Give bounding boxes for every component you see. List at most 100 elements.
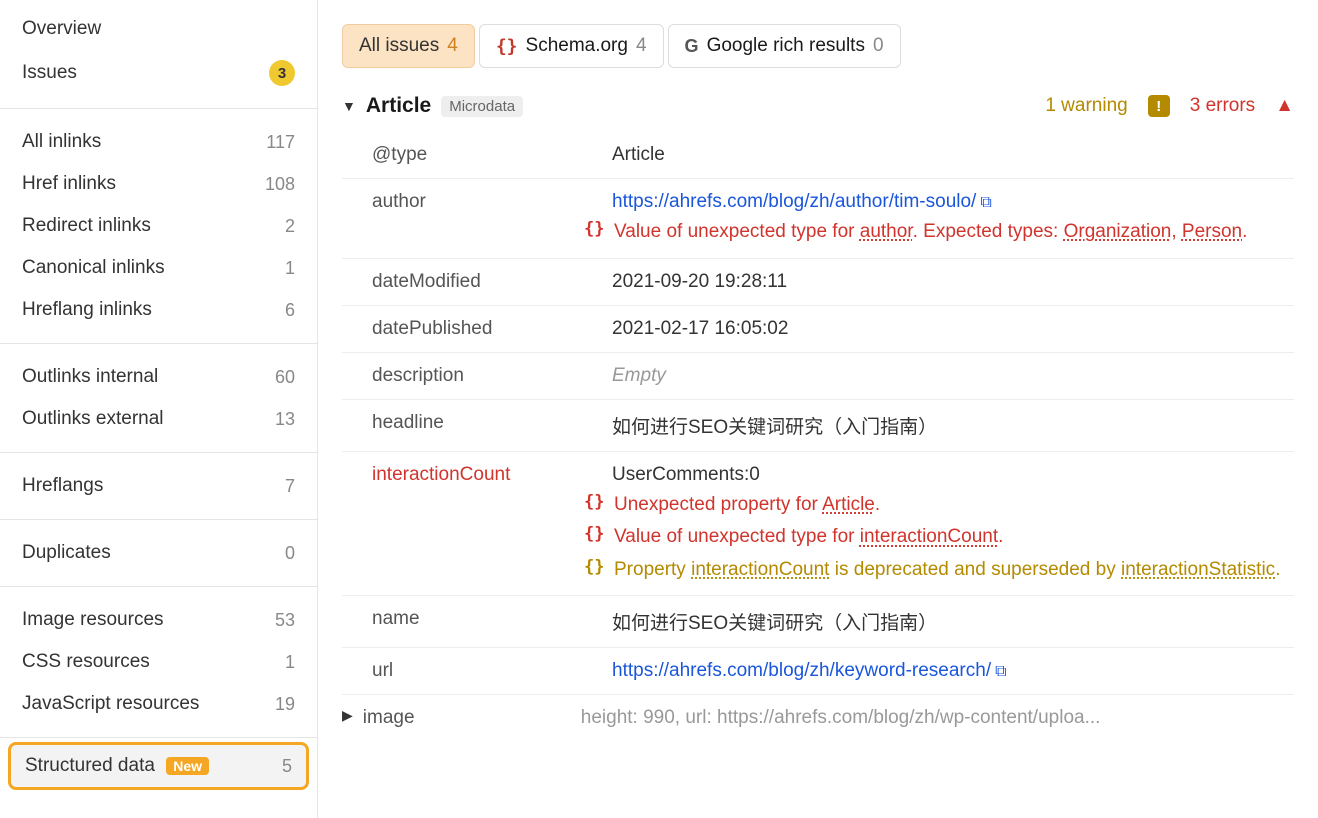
sidebar-item-redirect-inlinks[interactable]: Redirect inlinks 2 [0,205,317,247]
properties-table: @type Article author https://ahrefs.com/… [342,132,1294,741]
value: 2021-09-20 19:28:11 [612,271,1294,293]
count: 13 [275,409,295,430]
sidebar-label: Hreflangs [22,475,103,497]
key: url [372,660,612,682]
key: datePublished [372,318,612,340]
key: name [372,608,612,630]
url-link[interactable]: https://ahrefs.com/blog/zh/keyword-resea… [612,660,991,681]
sidebar-label: All inlinks [22,131,101,153]
key: interactionCount [372,464,612,486]
count: 60 [275,367,295,388]
value: 如何进行SEO关键词研究（入门指南） [612,608,1294,635]
count: 19 [275,694,295,715]
sidebar-label: Href inlinks [22,173,116,195]
section-title: Article [366,94,431,118]
tab-label: Schema.org [526,35,628,57]
count: 2 [285,216,295,237]
section-header: ▼ Article Microdata 1 warning ! 3 errors… [342,94,1294,118]
author-link[interactable]: https://ahrefs.com/blog/zh/author/tim-so… [612,191,976,212]
key: description [372,365,612,387]
count: 53 [275,610,295,631]
braces-error-icon: {} [584,219,604,239]
value: Empty [612,365,1294,387]
sidebar-item-hreflangs[interactable]: Hreflangs 7 [0,465,317,507]
tab-all-issues[interactable]: All issues 4 [342,24,475,68]
key: dateModified [372,271,612,293]
sidebar: Overview Issues 3 All inlinks117 Href in… [0,0,318,818]
sidebar-item-issues[interactable]: Issues 3 [0,50,317,96]
count: 7 [285,476,295,497]
error-message: Value of unexpected type for interaction… [614,524,1003,551]
key: headline [372,412,612,434]
divider [0,586,317,587]
sidebar-item-all-inlinks[interactable]: All inlinks 117 [0,121,317,163]
key: @type [372,144,612,166]
count: 117 [266,132,295,153]
sidebar-item-overview[interactable]: Overview [0,8,317,50]
table-row-description: description Empty [342,353,1294,400]
count: 1 [285,652,295,673]
sidebar-item-canonical-inlinks[interactable]: Canonical inlinks 1 [0,247,317,289]
count: 6 [285,300,295,321]
sidebar-item-outlinks-external[interactable]: Outlinks external 13 [0,398,317,440]
tabs: All issues 4 {} Schema.org 4 G Google ri… [342,24,1294,68]
sidebar-item-structured-data[interactable]: Structured data New 5 [8,742,309,790]
value: Article [612,144,1294,166]
external-link-icon: ⧉ [980,194,991,211]
value: 2021-02-17 16:05:02 [612,318,1294,340]
table-row-headline: headline 如何进行SEO关键词研究（入门指南） [342,400,1294,452]
sidebar-label: Issues [22,62,77,84]
braces-error-icon: {} [584,492,604,512]
table-row-type: @type Article [342,132,1294,179]
sidebar-item-image-resources[interactable]: Image resources 53 [0,599,317,641]
sidebar-item-duplicates[interactable]: Duplicates 0 [0,532,317,574]
tab-label: Google rich results [707,35,865,57]
tab-count: 4 [447,35,458,57]
divider [0,343,317,344]
error-message: Unexpected property for Article. [614,492,880,519]
sidebar-label: JavaScript resources [22,693,199,715]
braces-warning-icon: {} [584,557,604,577]
sidebar-label: Canonical inlinks [22,257,165,279]
tab-google-rich-results[interactable]: G Google rich results 0 [668,24,901,68]
caret-right-icon[interactable]: ▶ [342,707,353,724]
tab-schema-org[interactable]: {} Schema.org 4 [479,24,664,68]
sidebar-item-js-resources[interactable]: JavaScript resources 19 [0,683,317,725]
table-row-url: url https://ahrefs.com/blog/zh/keyword-r… [342,648,1294,695]
sidebar-label: Redirect inlinks [22,215,151,237]
divider [0,108,317,109]
table-row-datemodified: dateModified 2021-09-20 19:28:11 [342,259,1294,306]
issues-badge: 3 [269,60,295,86]
count: 0 [285,543,295,564]
table-row-interactioncount: interactionCount UserComments:0 {} Unexp… [342,452,1294,597]
error-icon: ▲ [1275,95,1294,117]
sidebar-label: Overview [22,18,101,40]
sidebar-item-hreflang-inlinks[interactable]: Hreflang inlinks6 [0,289,317,331]
key: author [372,191,612,213]
sidebar-label: CSS resources [22,651,150,673]
sidebar-label: Structured data New [25,755,209,777]
key: image [363,707,581,729]
table-row-datepublished: datePublished 2021-02-17 16:05:02 [342,306,1294,353]
sidebar-item-css-resources[interactable]: CSS resources 1 [0,641,317,683]
tab-count: 4 [636,35,647,57]
value: https://ahrefs.com/blog/zh/author/tim-so… [612,191,1294,246]
divider [0,519,317,520]
tab-count: 0 [873,35,884,57]
count: 1 [285,258,295,279]
table-row-name: name 如何进行SEO关键词研究（入门指南） [342,596,1294,648]
tab-label: All issues [359,35,439,57]
external-link-icon: ⧉ [995,663,1006,680]
sidebar-label: Outlinks external [22,408,164,430]
warning-message: Property interactionCount is deprecated … [614,557,1280,584]
main-content: All issues 4 {} Schema.org 4 G Google ri… [318,0,1318,818]
caret-down-icon[interactable]: ▼ [342,98,356,114]
sidebar-label: Duplicates [22,542,111,564]
value: UserComments:0 {} Unexpected property fo… [612,464,1294,584]
sidebar-item-outlinks-internal[interactable]: Outlinks internal60 [0,356,317,398]
error-count: 3 errors [1190,95,1255,117]
count: 108 [265,174,295,195]
value: 如何进行SEO关键词研究（入门指南） [612,412,1294,439]
sidebar-item-href-inlinks[interactable]: Href inlinks 108 [0,163,317,205]
sidebar-label: Image resources [22,609,164,631]
